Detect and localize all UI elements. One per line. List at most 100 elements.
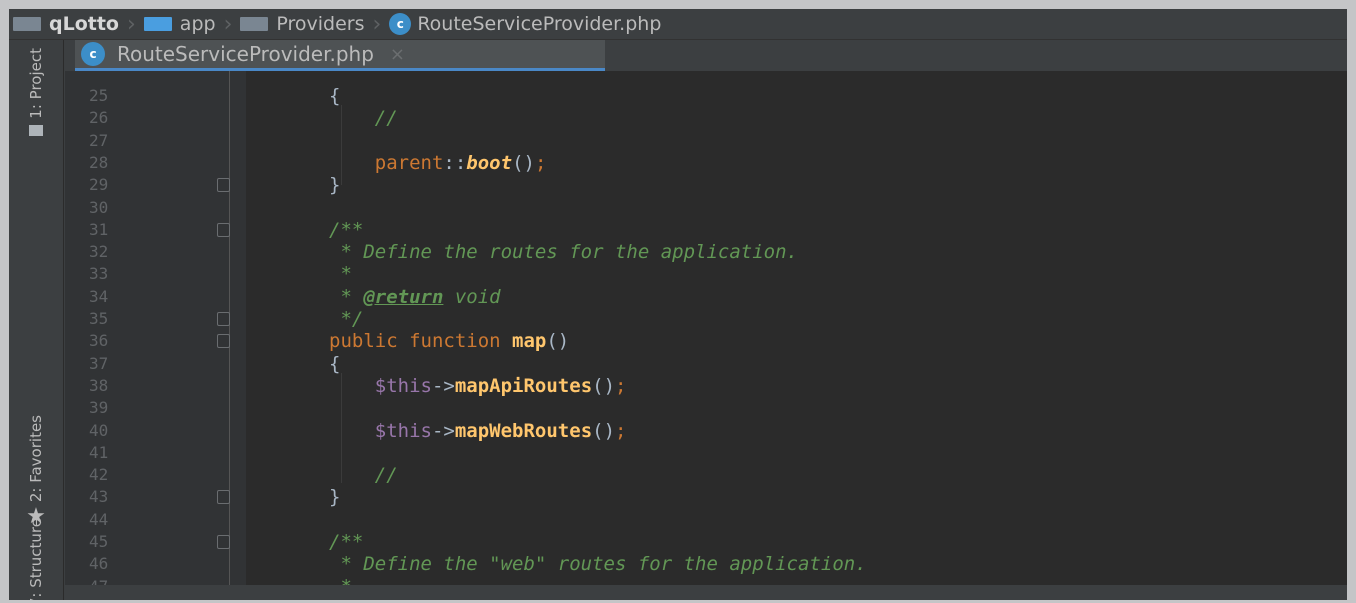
fold-marker-icon[interactable] [217,178,230,193]
code-text: } [329,486,340,508]
fold-marker-icon[interactable] [217,312,230,326]
php-class-icon: c [389,13,412,35]
line-number: 44 [89,509,109,529]
code-token: @return [363,285,444,308]
line-number: 39 [89,398,109,418]
code-token: parent [374,151,444,174]
code-text: // [329,107,398,129]
breadcrumb-item-providers[interactable]: Providers [240,13,365,35]
code-token: { [329,352,341,375]
line-number: 38 [89,375,109,395]
code-line[interactable]: 30 [65,197,1347,219]
folder-icon [143,17,172,31]
line-number: 47 [89,576,129,585]
tab-route-service-provider[interactable]: c RouteServiceProvider.php × [75,40,605,71]
code-line[interactable]: 33 * [65,263,1347,285]
code-text: * Define the routes for the application. [329,241,798,263]
code-line[interactable]: 38 $this->mapApiRoutes(); [65,375,1347,397]
structure-tool-button[interactable]: 7: Structure [23,518,49,600]
code-token: /** [329,531,364,553]
code-token: $this [374,374,432,397]
folder-icon [29,124,43,136]
code-line[interactable]: 34 * @return void [65,286,1347,308]
code-token: () [592,419,616,442]
code-token: * [329,576,351,585]
code-line[interactable]: 46 * Define the "web" routes for the app… [65,553,1347,575]
code-line[interactable]: 29} [65,174,1347,196]
code-token: { [329,85,341,107]
editor-tabs: c RouteServiceProvider.php × [65,40,1347,71]
project-tool-button[interactable]: 1: Project [23,48,49,136]
code-token: /** [329,218,364,241]
favorites-tool-button[interactable]: 2: Favorites ★ [23,415,49,528]
breadcrumb-label: app [179,13,216,35]
tab-label: RouteServiceProvider.php [117,42,374,66]
line-number: 43 [89,487,109,507]
code-text: { [329,353,340,375]
code-token: ; [615,374,627,397]
code-token: () [546,330,570,353]
tool-window-strip: 1: Project 2: Favorites ★ 7: Structure [9,40,64,600]
code-token: () [592,374,616,397]
code-line[interactable]: 27 [65,130,1347,152]
line-number: 42 [89,465,109,485]
code-line[interactable]: 39 [65,397,1347,419]
breadcrumb-label: qLotto [49,13,119,35]
code-token: mapWebRoutes [454,419,593,442]
line-number: 36 [89,331,109,351]
code-token: -> [431,374,455,397]
code-line[interactable]: 41 [65,442,1347,464]
chevron-right-icon: › [223,11,233,37]
code-line[interactable]: 47 * [65,576,1347,585]
code-line[interactable]: 36 public function map() [65,330,1347,352]
code-text: * @return void [329,285,500,308]
code-line[interactable]: 28 parent::boot(); [65,152,1347,174]
code-line[interactable]: 42 // [65,464,1347,486]
structure-tool-label: 7: Structure [27,518,45,600]
fold-marker-icon[interactable] [217,334,230,349]
breadcrumb-item-app[interactable]: app [143,13,216,35]
fold-marker-icon[interactable] [217,222,230,237]
code-token: // [374,464,398,487]
code-line[interactable]: 43} [65,486,1347,508]
code-line[interactable]: 35 */ [65,308,1347,330]
code-token: */ [329,308,364,330]
code-line[interactable]: 44 [65,509,1347,531]
code-token: ; [534,151,547,174]
code-text: { [329,85,340,107]
code-text: /** [329,219,363,241]
line-number: 37 [89,353,109,373]
line-number: 33 [89,264,109,284]
folder-icon [13,17,41,31]
line-number: 32 [89,242,109,262]
breadcrumb-item-file[interactable]: c RouteServiceProvider.php [389,13,661,35]
code-text: /** [329,531,363,553]
code-editor[interactable]: 25{26 //27 28 parent::boot(); 29} 30 31/** 32… [65,71,1347,585]
screenshot-frame: qLotto › app › Providers › c RouteServic… [0,0,1356,603]
code-line[interactable]: 45 /** [65,531,1347,553]
code-text: // [329,464,398,486]
breadcrumb-item-project[interactable]: qLotto [13,13,119,35]
fold-marker-icon[interactable] [217,490,230,505]
code-line[interactable]: 32 * Define the routes for the applicati… [65,241,1347,263]
code-line[interactable]: 37 { [65,353,1347,375]
code-text: parent::boot(); [329,151,547,174]
code-token: } [329,174,341,197]
code-line[interactable]: 25 { [65,85,1347,107]
close-icon[interactable]: × [390,44,405,65]
code-line[interactable]: 40 $this->mapWebRoutes(); [65,420,1347,442]
project-tool-label: 1: Project [27,48,45,119]
code-token: * Define the routes for the application. [329,241,798,264]
code-text: * [329,263,351,285]
fold-marker-icon[interactable] [217,535,230,549]
code-line[interactable]: 26 // [65,107,1347,129]
code-token: mapApiRoutes [454,374,593,397]
line-number: 40 [89,420,109,440]
chevron-right-icon: › [126,11,136,37]
line-number: 26 [89,108,109,128]
php-class-icon: c [81,42,105,66]
code-line[interactable]: 31 /** [65,219,1347,241]
code-text: * [329,576,351,585]
